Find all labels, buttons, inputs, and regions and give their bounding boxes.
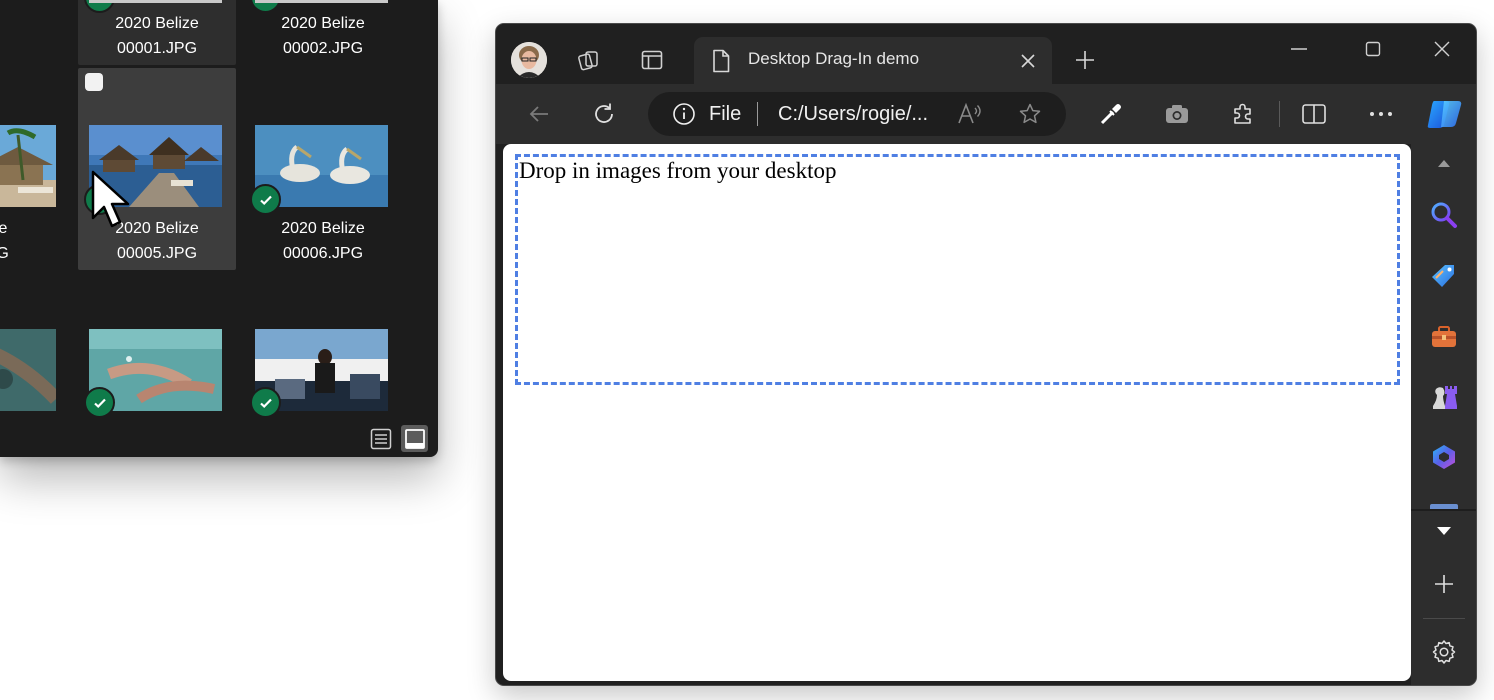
- add-sidebar-app-icon[interactable]: [1427, 567, 1461, 601]
- image-drop-zone[interactable]: Drop in images from your desktop: [515, 154, 1400, 385]
- details-view-icon[interactable]: [367, 425, 394, 452]
- tab-title: Desktop Drag-In demo: [748, 49, 920, 68]
- photo-tile-label: 2020 Belize 00006.JPG: [281, 220, 365, 262]
- tab-desktop-drag-in-demo[interactable]: Desktop Drag-In demo: [694, 37, 1052, 85]
- photo-tile-label: 2020 Belize 00002.JPG: [281, 15, 365, 57]
- large-icons-view-icon[interactable]: [401, 425, 428, 452]
- close-window-icon[interactable]: [1417, 34, 1467, 64]
- photo-tile-00005[interactable]: 2020 Belize 00005.JPG: [78, 68, 236, 270]
- profile-avatar[interactable]: [511, 42, 547, 78]
- desktop: ctie 2020 Belize00001.JPG 2020 Belize000…: [0, 0, 1494, 700]
- selected-check-icon[interactable]: [84, 387, 115, 418]
- vertical-tabs-icon[interactable]: [638, 46, 666, 74]
- maximize-icon[interactable]: [1348, 34, 1398, 64]
- sidebar-divider: [1423, 618, 1465, 619]
- photo-tile-00006[interactable]: 2020 Belize 00006.JPG: [244, 68, 402, 270]
- page-content: Drop in images from your desktop: [503, 144, 1411, 681]
- read-aloud-icon[interactable]: [956, 100, 984, 128]
- browser-toolbar: File C:/Users/rogie/...: [496, 84, 1476, 144]
- photo-thumbnail-edge: [255, 0, 388, 3]
- browser-window: Desktop Drag-In demo File C:/Users/rogie…: [495, 23, 1477, 686]
- tag-icon[interactable]: [1427, 259, 1461, 293]
- scroll-down-icon[interactable]: [1427, 514, 1461, 548]
- info-icon[interactable]: [672, 102, 696, 126]
- workspaces-icon[interactable]: [575, 46, 603, 74]
- photo-tile-00007[interactable]: [0, 272, 70, 457]
- back-icon[interactable]: [525, 100, 553, 128]
- photo-thumbnail: [0, 329, 56, 411]
- photo-thumbnail-edge: [89, 0, 222, 3]
- split-screen-icon[interactable]: [1300, 100, 1328, 128]
- close-tab-icon[interactable]: [1014, 47, 1042, 75]
- settings-gear-icon[interactable]: [1427, 635, 1461, 669]
- site-scheme-label: File: [709, 103, 742, 125]
- copilot-icon[interactable]: [1425, 96, 1465, 132]
- photo-tile-label: 2020 Belize 00001.JPG: [115, 15, 199, 57]
- omnibox-separator: [757, 102, 758, 126]
- more-menu-icon[interactable]: [1367, 100, 1395, 128]
- partial-folder-label: ctie: [0, 12, 26, 37]
- extensions-puzzle-icon[interactable]: [1229, 100, 1257, 128]
- microsoft365-icon[interactable]: [1427, 440, 1461, 474]
- camera-extension-icon[interactable]: [1163, 100, 1191, 128]
- photo-thumbnail: [0, 125, 56, 207]
- search-icon[interactable]: [1427, 198, 1461, 232]
- selected-check-icon[interactable]: [250, 184, 281, 215]
- photo-tile-00008[interactable]: [78, 272, 236, 457]
- scroll-up-icon[interactable]: [1427, 146, 1461, 180]
- address-bar[interactable]: File C:/Users/rogie/...: [648, 92, 1066, 136]
- toolbar-separator: [1279, 101, 1280, 127]
- edge-sidebar: [1411, 144, 1476, 685]
- file-explorer-window: ctie 2020 Belize00001.JPG 2020 Belize000…: [0, 0, 438, 457]
- favorite-star-icon[interactable]: [1016, 100, 1044, 128]
- color-picker-extension-icon[interactable]: [1097, 100, 1125, 128]
- photo-tile-00004[interactable]: elize.JPG: [0, 68, 70, 270]
- drop-zone-label: Drop in images from your desktop: [519, 158, 837, 183]
- select-checkbox[interactable]: [85, 73, 103, 91]
- refresh-icon[interactable]: [590, 100, 618, 128]
- title-bar: Desktop Drag-In demo: [496, 24, 1476, 85]
- mouse-pointer-icon: [91, 170, 130, 228]
- sidebar-divider: [1411, 509, 1476, 511]
- url-text[interactable]: C:/Users/rogie/...: [778, 103, 928, 126]
- minimize-icon[interactable]: [1274, 34, 1324, 64]
- toolbox-icon[interactable]: [1427, 320, 1461, 354]
- selected-check-icon[interactable]: [250, 387, 281, 418]
- new-tab-icon[interactable]: [1071, 46, 1099, 74]
- page-icon: [713, 49, 730, 73]
- chess-icon[interactable]: [1427, 380, 1461, 414]
- photo-tile-label: elize.JPG: [0, 220, 9, 262]
